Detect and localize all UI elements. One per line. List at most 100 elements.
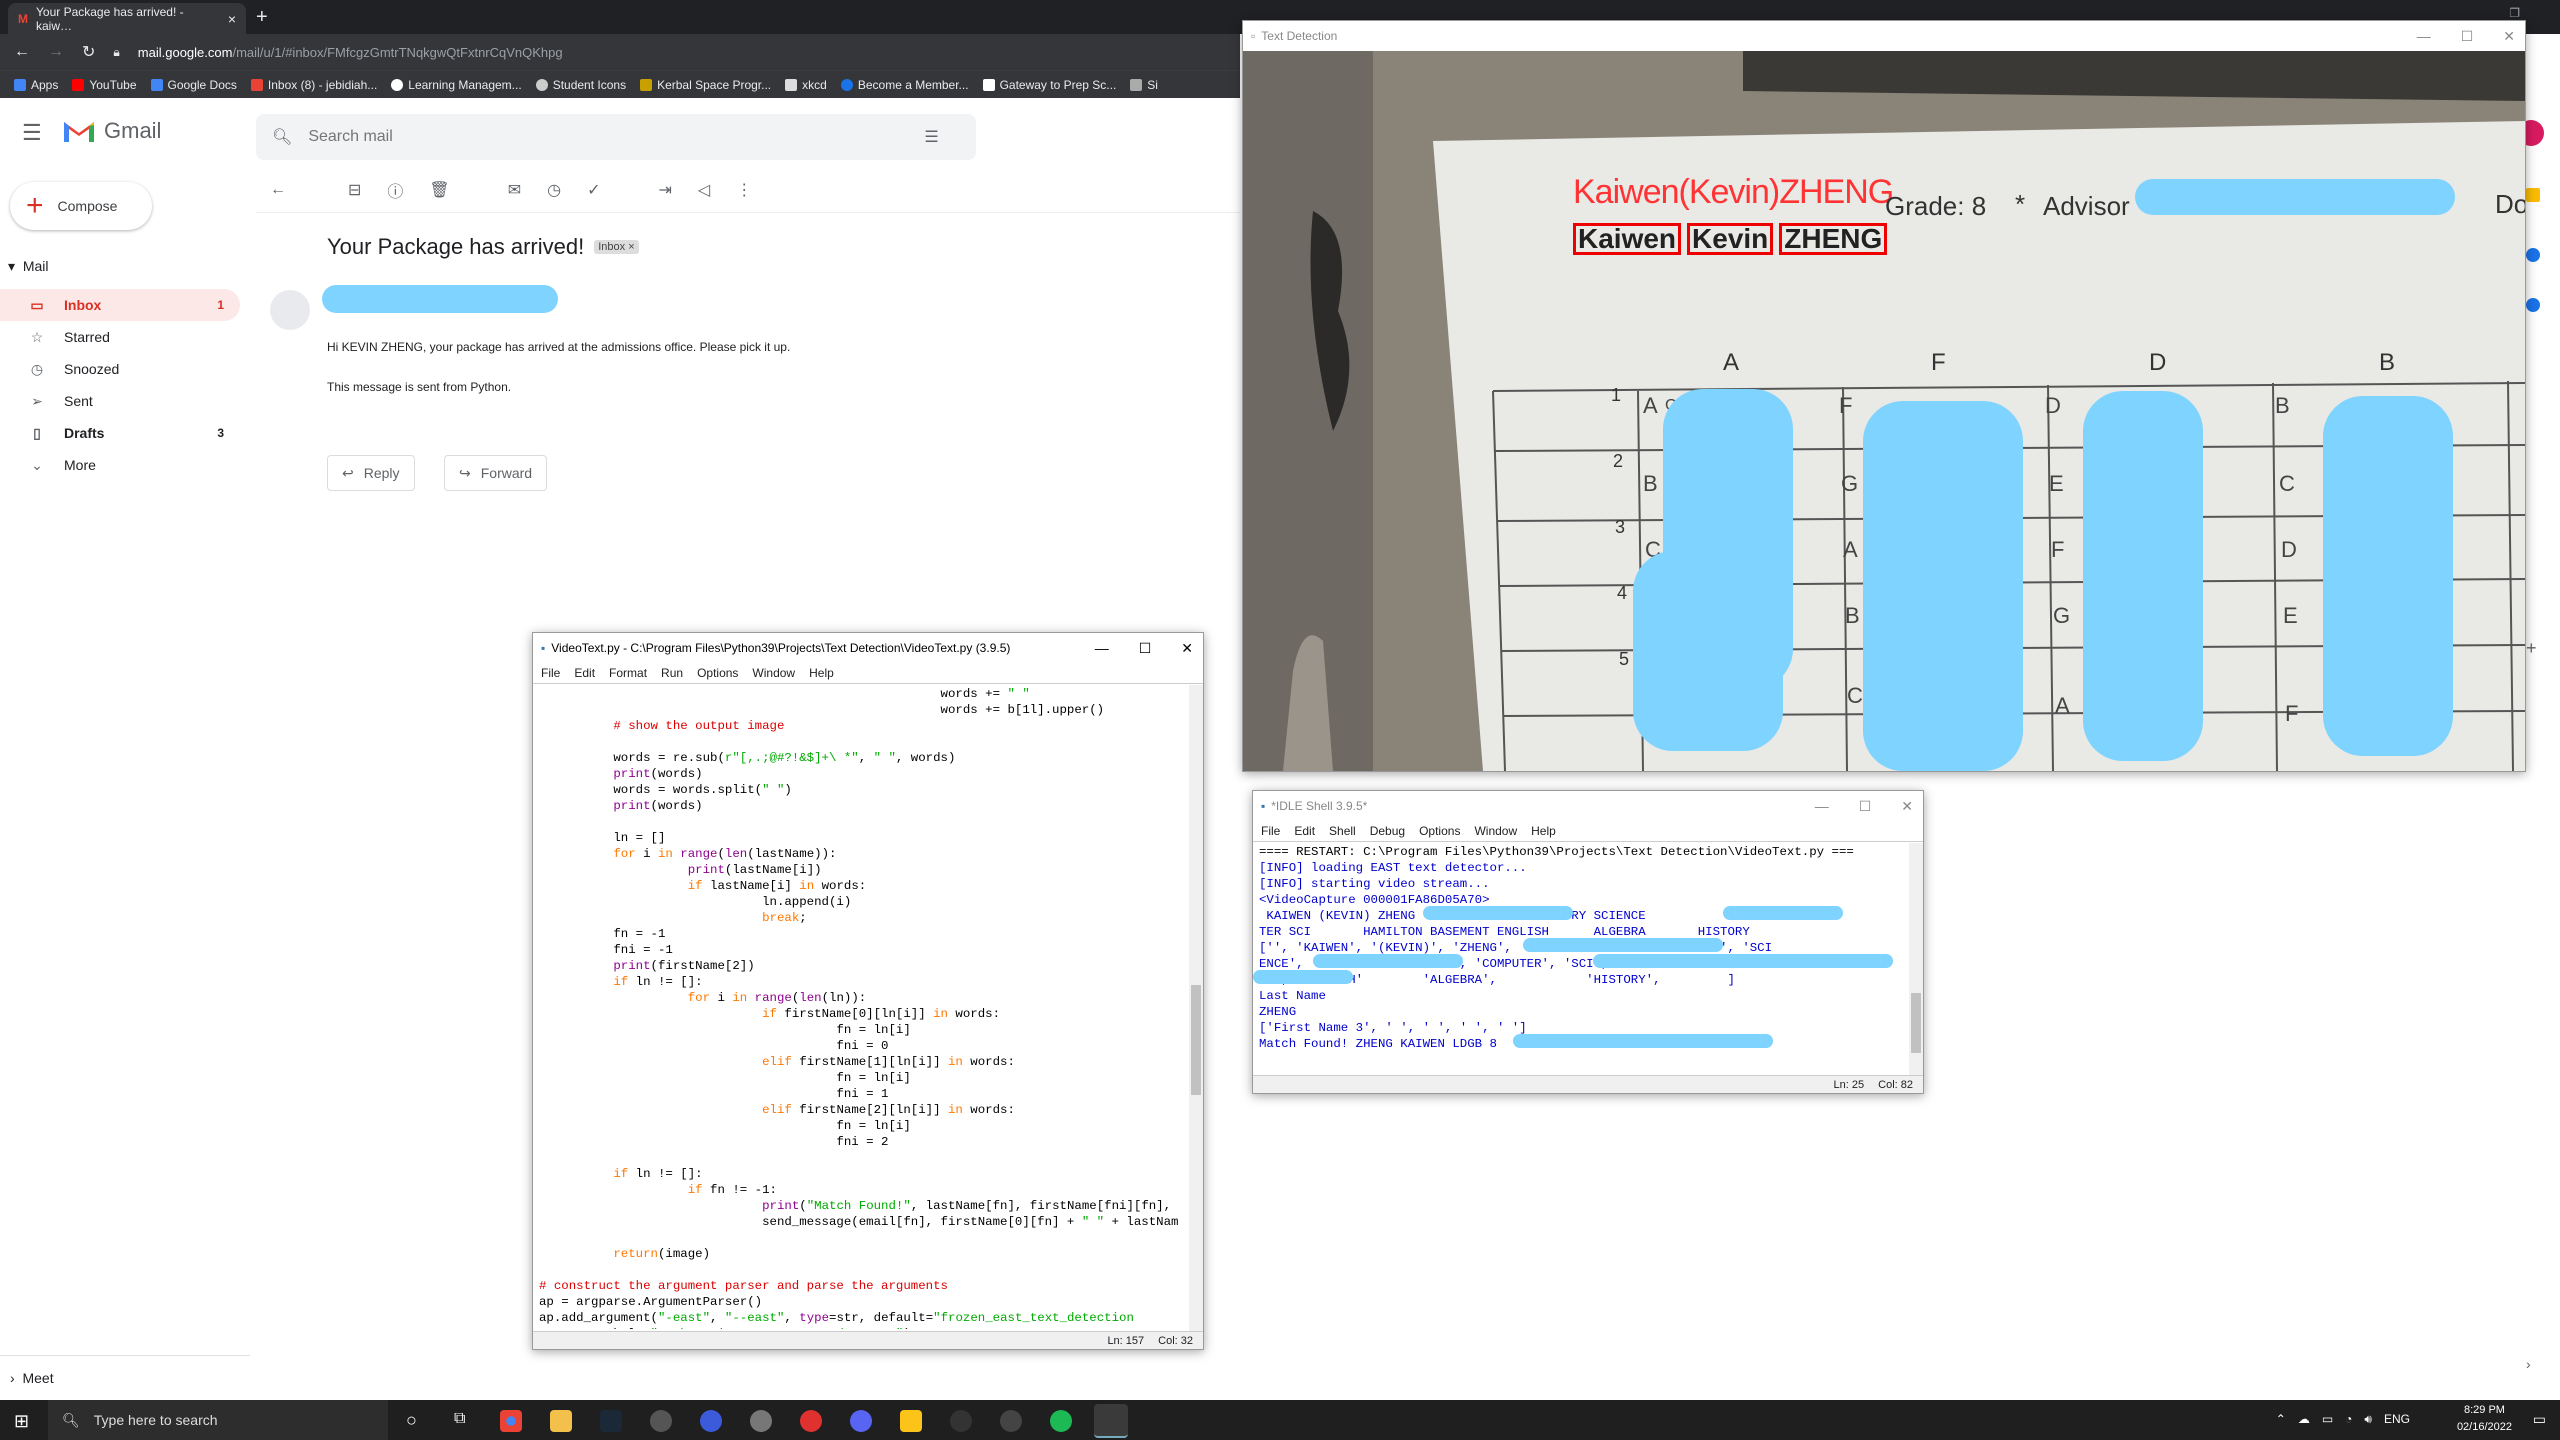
- notification-icon[interactable]: ▭: [2533, 1411, 2546, 1428]
- app-icon[interactable]: [950, 1410, 972, 1432]
- bookmark-learning[interactable]: Learning Managem...: [391, 78, 522, 92]
- close-tab-icon[interactable]: ×: [228, 11, 236, 27]
- more-options-icon[interactable]: ⋮: [736, 180, 752, 200]
- archive-icon[interactable]: ⊟: [348, 180, 361, 200]
- tasks-icon[interactable]: [2526, 248, 2540, 262]
- menu-shell[interactable]: Shell: [1329, 824, 1356, 838]
- report-spam-icon[interactable]: ⓘ: [387, 178, 403, 202]
- delete-icon[interactable]: 🗑︎: [429, 180, 449, 200]
- menu-help[interactable]: Help: [809, 666, 834, 680]
- sidebar-item-drafts[interactable]: ▯ Drafts 3: [0, 417, 240, 449]
- scrollbar-thumb[interactable]: [1191, 985, 1201, 1095]
- shell-scrollbar[interactable]: [1909, 843, 1923, 1075]
- bookmark-kerbal[interactable]: Kerbal Space Progr...: [640, 78, 771, 92]
- shell-output[interactable]: ==== RESTART: C:\Program Files\Python39\…: [1253, 841, 1923, 1073]
- new-tab-icon[interactable]: +: [256, 6, 268, 29]
- mark-unread-icon[interactable]: ✉︎: [508, 180, 521, 200]
- menu-file[interactable]: File: [1261, 824, 1280, 838]
- settings-icon[interactable]: [650, 1410, 672, 1432]
- search-input[interactable]: [308, 128, 909, 146]
- bookmark-inbox[interactable]: Inbox (8) - jebidiah...: [250, 78, 377, 92]
- bookmark-member[interactable]: Become a Member...: [840, 78, 969, 92]
- sidebar-item-more[interactable]: ⌄ More: [0, 449, 240, 481]
- language-indicator[interactable]: ENG: [2384, 1412, 2410, 1427]
- main-menu-icon[interactable]: ☰: [22, 120, 42, 146]
- chrome-icon[interactable]: [500, 1410, 522, 1432]
- window-restore-icon[interactable]: ❐: [2509, 6, 2520, 20]
- browser-tab[interactable]: M Your Package has arrived! - kaiw… ×: [8, 3, 246, 34]
- task-view-icon[interactable]: ⧉: [454, 1410, 465, 1428]
- menu-help[interactable]: Help: [1531, 824, 1556, 838]
- keep-icon[interactable]: [2526, 188, 2540, 202]
- menu-edit[interactable]: Edit: [574, 666, 595, 680]
- close-icon[interactable]: ✕: [1901, 798, 1913, 815]
- close-icon[interactable]: ✕: [1181, 640, 1193, 657]
- tray-chevron-icon[interactable]: ⌃: [2276, 1412, 2286, 1427]
- reply-button[interactable]: ↩ Reply: [327, 455, 415, 491]
- spotify-icon[interactable]: [1050, 1410, 1072, 1432]
- url-field[interactable]: mail.google.com/mail/u/1/#inbox/FMfcgzGm…: [138, 45, 563, 60]
- battery-icon[interactable]: ▭: [2322, 1412, 2333, 1427]
- maximize-icon[interactable]: ☐: [1859, 798, 1872, 815]
- contacts-icon[interactable]: [2526, 298, 2540, 312]
- steam-icon[interactable]: [600, 1410, 622, 1432]
- bookmark-google-docs[interactable]: Google Docs: [150, 78, 237, 92]
- code-editor[interactable]: words += " " words += b[1l].upper() # sh…: [533, 683, 1203, 1329]
- bookmark-youtube[interactable]: YouTube: [72, 78, 137, 92]
- search-icon[interactable]: 🔍︎: [272, 127, 292, 147]
- menu-window[interactable]: Window: [752, 666, 795, 680]
- scrollbar-thumb[interactable]: [1911, 993, 1921, 1053]
- app-icon[interactable]: [1000, 1410, 1022, 1432]
- sticky-notes-icon[interactable]: [900, 1410, 922, 1432]
- move-to-icon[interactable]: ⇥: [659, 180, 672, 200]
- mail-section-toggle[interactable]: ▾ Mail: [8, 258, 48, 275]
- menu-edit[interactable]: Edit: [1294, 824, 1315, 838]
- file-explorer-icon[interactable]: [550, 1410, 572, 1432]
- back-icon[interactable]: ←: [14, 43, 30, 61]
- app-icon[interactable]: [700, 1410, 722, 1432]
- idle-taskbar-icon[interactable]: [1094, 1404, 1128, 1438]
- menu-format[interactable]: Format: [609, 666, 647, 680]
- close-icon[interactable]: ✕: [2503, 28, 2515, 45]
- add-addon-icon[interactable]: +: [2526, 638, 2537, 659]
- reload-icon[interactable]: ↻: [82, 42, 95, 62]
- menu-debug[interactable]: Debug: [1370, 824, 1405, 838]
- search-options-icon[interactable]: ☰: [924, 127, 938, 147]
- menu-window[interactable]: Window: [1474, 824, 1517, 838]
- app-icon[interactable]: [800, 1410, 822, 1432]
- meet-section-toggle[interactable]: › Meet: [10, 1370, 54, 1386]
- windows-start-icon[interactable]: ⊞: [14, 1411, 29, 1432]
- back-to-inbox-icon[interactable]: ←: [270, 181, 286, 199]
- sidebar-item-starred[interactable]: ☆ Starred: [0, 321, 240, 353]
- minimize-icon[interactable]: —: [1095, 640, 1109, 656]
- bookmark-apps[interactable]: Apps: [14, 78, 58, 92]
- add-task-icon[interactable]: ✓: [587, 180, 600, 200]
- expand-panel-icon[interactable]: ›: [2526, 1356, 2531, 1372]
- taskbar-clock[interactable]: 8:29 PM 02/16/2022: [2457, 1402, 2512, 1436]
- discord-icon[interactable]: [850, 1410, 872, 1432]
- cortana-icon[interactable]: ○: [406, 1410, 417, 1431]
- app-icon[interactable]: [750, 1410, 772, 1432]
- compose-button[interactable]: + Compose: [10, 182, 152, 230]
- sidebar-item-sent[interactable]: ➢ Sent: [0, 385, 240, 417]
- bookmark-student-icons[interactable]: Student Icons: [535, 78, 626, 92]
- gmail-logo[interactable]: Gmail: [62, 118, 161, 144]
- taskbar-search[interactable]: 🔍︎ Type here to search: [48, 1400, 388, 1440]
- sidebar-item-inbox[interactable]: ▭ Inbox 1: [0, 289, 240, 321]
- menu-run[interactable]: Run: [661, 666, 683, 680]
- label-icon[interactable]: ◁: [698, 180, 710, 200]
- maximize-icon[interactable]: ☐: [2461, 28, 2474, 45]
- menu-options[interactable]: Options: [1419, 824, 1460, 838]
- bookmark-si[interactable]: Si: [1130, 78, 1158, 92]
- menu-options[interactable]: Options: [697, 666, 738, 680]
- minimize-icon[interactable]: —: [2417, 28, 2431, 44]
- maximize-icon[interactable]: ☐: [1139, 640, 1152, 657]
- snooze-icon[interactable]: ◷: [547, 180, 561, 200]
- sidebar-item-snoozed[interactable]: ◷ Snoozed: [0, 353, 240, 385]
- wifi-icon[interactable]: ◔: [2345, 1412, 2352, 1427]
- menu-file[interactable]: File: [541, 666, 560, 680]
- minimize-icon[interactable]: —: [1815, 798, 1829, 814]
- volume-icon[interactable]: 🔊︎: [2364, 1412, 2372, 1427]
- forward-button[interactable]: ↪ Forward: [444, 455, 548, 491]
- inbox-label-badge[interactable]: Inbox ×: [594, 240, 639, 254]
